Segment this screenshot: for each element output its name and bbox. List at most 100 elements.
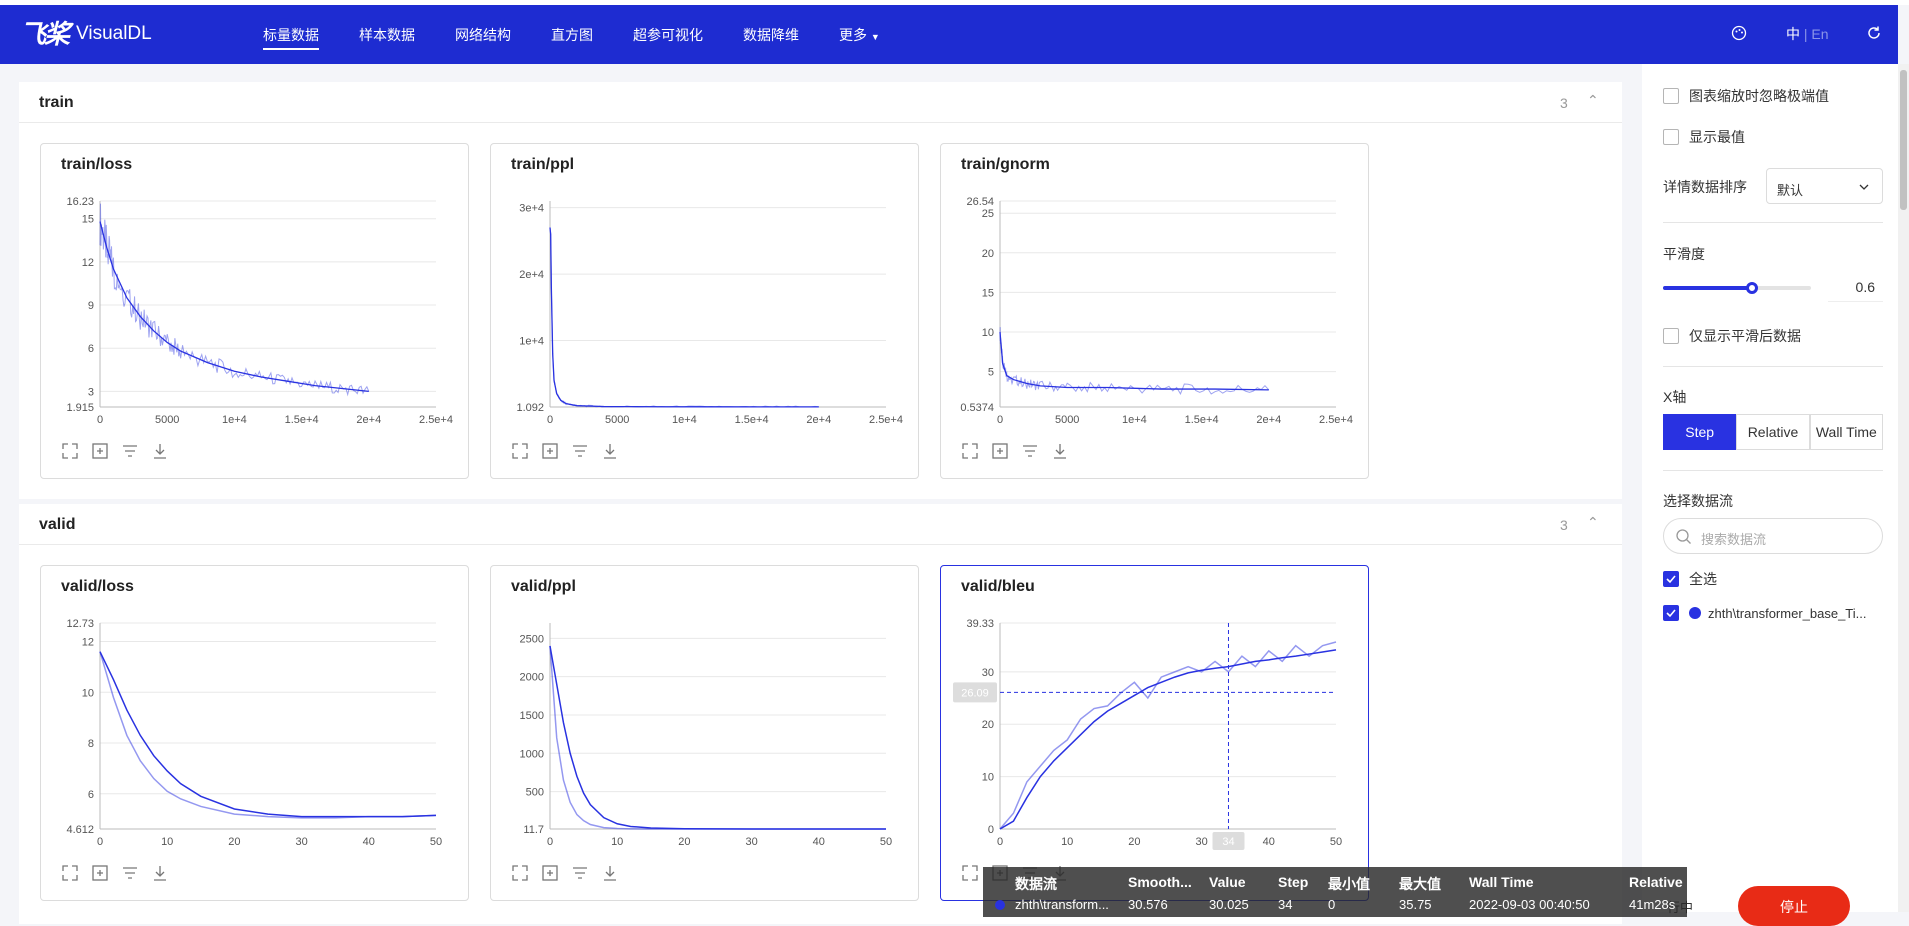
run-checkbox[interactable]: zhth\transformer_base_Ti... [1663, 605, 1866, 621]
smoothing-slider[interactable] [1663, 282, 1811, 294]
chart-card[interactable]: valid/ppl 2500 2000 1500 1000 500 11.7 0 10 20 30 4… [490, 565, 919, 901]
filter-icon[interactable] [571, 442, 589, 460]
nav-histogram[interactable]: 直方图 [551, 26, 593, 44]
raw-series-line [99, 203, 370, 397]
expand-icon[interactable] [511, 864, 529, 882]
tooltip-cell: 41m28s [1629, 897, 1676, 912]
fit-screen-icon[interactable] [541, 864, 559, 882]
refresh-icon[interactable] [1866, 25, 1882, 45]
xaxis-step-button[interactable]: Step [1663, 414, 1737, 450]
raw-series-line [99, 651, 437, 819]
x-tick-label: 2.5e+4 [869, 414, 903, 426]
filter-icon[interactable] [1021, 442, 1039, 460]
fit-screen-icon[interactable] [91, 442, 109, 460]
fit-screen-icon[interactable] [991, 442, 1009, 460]
nav-high-dimensional[interactable]: 数据降维 [743, 26, 799, 44]
x-tick-label: 0 [97, 414, 103, 426]
expand-icon[interactable] [61, 864, 79, 882]
x-tick-label: 2e+4 [356, 414, 381, 426]
page-scrollbar[interactable] [1898, 64, 1909, 912]
download-icon[interactable] [151, 864, 169, 882]
chart-card[interactable]: valid/bleu 30 20 10 0 39.33 0 10 20 30 40 50 26.09 34 [940, 565, 1369, 901]
collapse-icon[interactable]: ⌃ [1587, 514, 1599, 531]
filter-icon[interactable] [121, 864, 139, 882]
lang-en[interactable]: En [1811, 26, 1828, 42]
download-icon[interactable] [1051, 442, 1069, 460]
fit-screen-icon[interactable] [541, 442, 559, 460]
expand-icon[interactable] [961, 864, 979, 882]
y-min-label: 1.915 [66, 402, 94, 414]
section-header[interactable]: train 3 ⌃ [19, 82, 1622, 123]
chart-toolbar [961, 442, 1069, 460]
y-tick-label: 1000 [520, 748, 544, 760]
checkbox-label: 全选 [1689, 571, 1717, 587]
tooltip-header: Wall Time [1469, 874, 1534, 890]
x-tick-label: 40 [813, 836, 825, 848]
select-all-checkbox[interactable]: 全选 [1663, 569, 1717, 589]
x-tick-label: 0 [97, 836, 103, 848]
nav-samples[interactable]: 样本数据 [359, 26, 415, 44]
x-tick-label: 20 [678, 836, 690, 848]
collapse-icon[interactable]: ⌃ [1587, 92, 1599, 109]
checkbox-box[interactable] [1663, 129, 1679, 145]
y-tick-label: 9 [88, 300, 94, 312]
download-icon[interactable] [151, 442, 169, 460]
section-valid: valid 3 ⌃ valid/loss 12 10 8 6 12.73 4.612 0 10 2… [19, 504, 1622, 924]
smoothing-value-input[interactable]: 0.6 [1828, 274, 1883, 302]
chart-toolbar [61, 442, 169, 460]
theme-icon[interactable] [1731, 25, 1747, 45]
chart-card[interactable]: train/ppl 3e+4 2e+4 1e+4 1.092 0 5000 1e+4 1.5e+… [490, 143, 919, 479]
language-switch[interactable]: 中 | En [1786, 25, 1829, 43]
xaxis-walltime-button[interactable]: Wall Time [1809, 414, 1883, 450]
only-smoothed-checkbox[interactable]: 仅显示平滑后数据 [1663, 326, 1801, 346]
x-tick-label: 0 [997, 414, 1003, 426]
visualdl-logo[interactable]: 飞桨 VisualDL [20, 21, 152, 47]
expand-icon[interactable] [61, 442, 79, 460]
filter-icon[interactable] [571, 864, 589, 882]
nav-more[interactable]: 更多 ▼ [839, 26, 880, 46]
checkbox-box[interactable] [1663, 88, 1679, 104]
raw-series-line [999, 327, 1270, 395]
download-icon[interactable] [601, 442, 619, 460]
filter-icon[interactable] [121, 442, 139, 460]
stream-label: 选择数据流 [1663, 493, 1733, 509]
scrollbar-thumb[interactable] [1900, 70, 1907, 210]
lang-cn[interactable]: 中 [1786, 26, 1800, 42]
xaxis-toggle-group: Step Relative Wall Time [1663, 414, 1883, 450]
download-icon[interactable] [601, 864, 619, 882]
show-max-checkbox[interactable]: 显示最值 [1663, 127, 1745, 147]
chart-card[interactable]: valid/loss 12 10 8 6 12.73 4.612 0 10 20 30 40 50 [40, 565, 469, 901]
chart-card[interactable]: train/loss 15 12 9 6 3 16.23 1.915 0 5000 1e+4 1.5e… [40, 143, 469, 479]
chart-card[interactable]: train/gnorm 25 20 15 10 5 26.54 0.5374 0 5000 1e+4… [940, 143, 1369, 479]
smoothed-series-line [999, 649, 1337, 830]
chart-toolbar [511, 864, 619, 882]
stream-search-input[interactable]: 搜索数据流 [1663, 518, 1883, 554]
nav-hparams[interactable]: 超参可视化 [633, 26, 703, 44]
paddle-logo-glyph: 飞桨 [20, 19, 70, 49]
smoothed-series-line [99, 651, 437, 818]
x-tick-label: 30 [1195, 836, 1207, 848]
expand-icon[interactable] [961, 442, 979, 460]
nav-graph[interactable]: 网络结构 [455, 26, 511, 44]
expand-icon[interactable] [511, 442, 529, 460]
section-count: 3 [1560, 517, 1568, 533]
xaxis-relative-button[interactable]: Relative [1736, 414, 1810, 450]
chart-title: train/ppl [511, 156, 575, 173]
slider-handle[interactable] [1745, 282, 1758, 294]
x-tick-label: 40 [363, 836, 375, 848]
fit-screen-icon[interactable] [91, 864, 109, 882]
x-tick-label: 5000 [605, 414, 629, 426]
checkbox-box[interactable] [1663, 328, 1679, 344]
nav-scalars[interactable]: 标量数据 [263, 26, 319, 50]
stop-button[interactable]: 停止 [1738, 886, 1850, 926]
checkbox-box[interactable] [1663, 571, 1679, 587]
x-tick-label: 10 [611, 836, 623, 848]
checkbox-box[interactable] [1663, 605, 1679, 621]
x-tick-label: 20 [1128, 836, 1140, 848]
y-tick-label: 20 [982, 248, 994, 260]
sort-select[interactable]: 默认 [1766, 168, 1883, 204]
section-header[interactable]: valid 3 ⌃ [19, 504, 1622, 545]
y-tick-label: 0 [988, 824, 994, 836]
tooltip-cell: 35.75 [1399, 897, 1432, 912]
ignore-outliers-checkbox[interactable]: 图表缩放时忽略极端值 [1663, 86, 1829, 106]
